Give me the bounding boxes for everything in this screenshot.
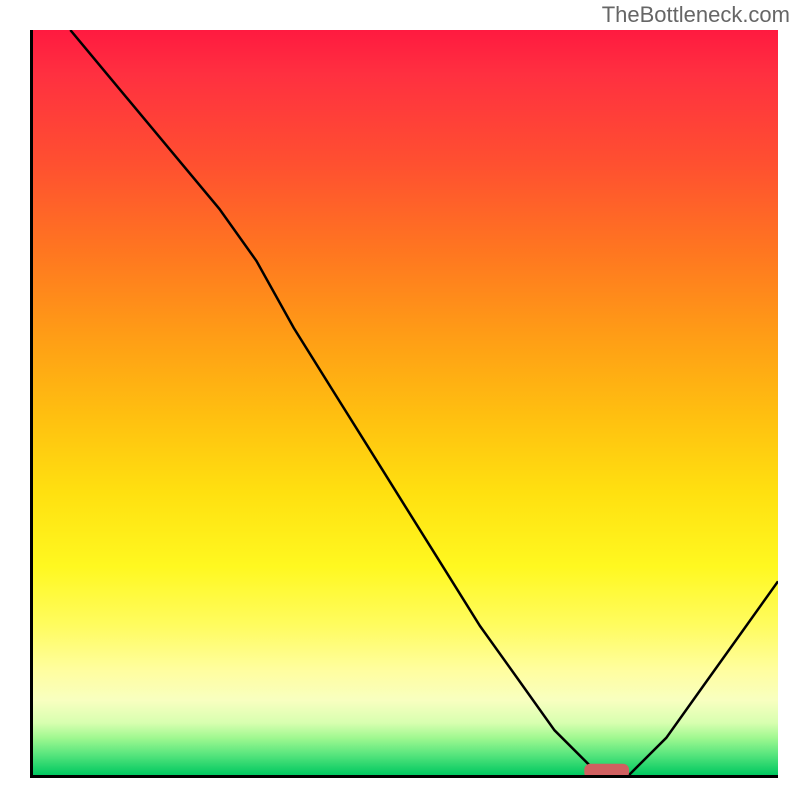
chart-svg: [33, 30, 778, 775]
optimal-marker: [584, 764, 629, 775]
watermark-text: TheBottleneck.com: [602, 2, 790, 28]
bottleneck-curve: [70, 30, 778, 775]
chart-plot-area: [30, 30, 778, 778]
